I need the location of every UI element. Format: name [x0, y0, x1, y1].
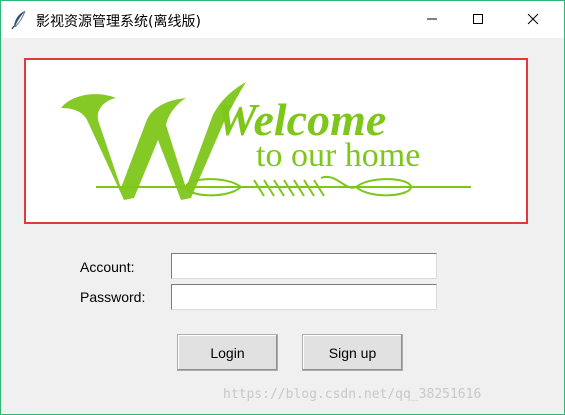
- account-label: Account:: [80, 259, 135, 275]
- password-input[interactable]: [171, 284, 437, 310]
- close-button[interactable]: [501, 1, 564, 38]
- minimize-button[interactable]: [409, 1, 455, 38]
- welcome-banner-art: Welcome to our home: [61, 82, 471, 200]
- password-label: Password:: [80, 289, 146, 305]
- minimize-icon: [426, 10, 438, 29]
- title-bar[interactable]: 影视资源管理系统(离线版): [1, 1, 564, 38]
- home-text: to our home: [256, 137, 420, 174]
- account-input[interactable]: [171, 253, 437, 279]
- window-title: 影视资源管理系统(离线版): [36, 14, 201, 30]
- login-button[interactable]: Login: [177, 334, 278, 371]
- maximize-button[interactable]: [455, 1, 501, 38]
- maximize-icon: [472, 10, 484, 29]
- watermark-text: https://blog.csdn.net/qq_38251616: [223, 387, 482, 402]
- feather-icon: [11, 10, 29, 30]
- signup-button[interactable]: Sign up: [302, 334, 403, 371]
- welcome-banner: Welcome to our home: [24, 58, 528, 224]
- close-icon: [527, 10, 539, 29]
- app-window: 影视资源管理系统(离线版) Welcome to our home Accoun…: [0, 0, 565, 415]
